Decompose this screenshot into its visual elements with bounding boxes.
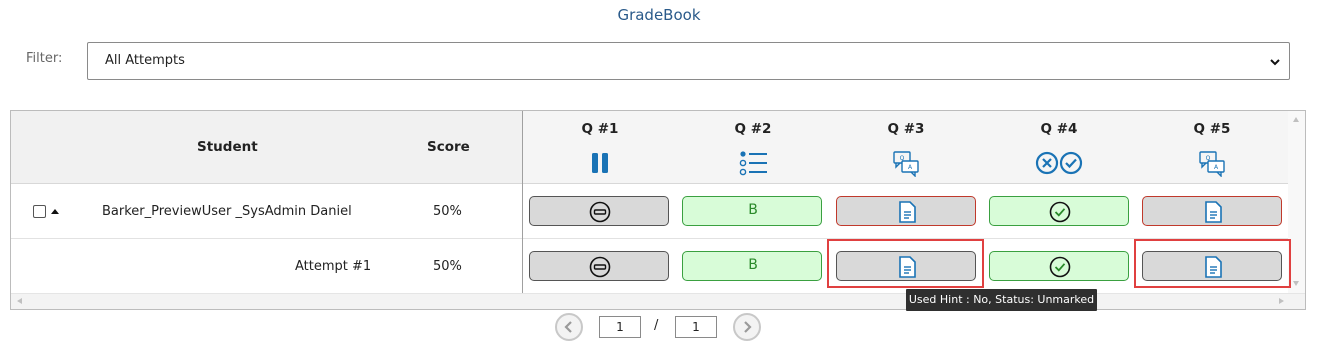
gradebook-grid: Student Score Q #1 Q #2 Q #3 Q A Q #4 Q … bbox=[10, 110, 1306, 310]
highlight-box bbox=[827, 239, 984, 288]
pause-icon bbox=[592, 153, 608, 173]
page-title: GradeBook bbox=[617, 6, 701, 24]
answer-letter: B bbox=[748, 257, 758, 273]
answer-cell-q1[interactable] bbox=[529, 196, 669, 226]
chevron-right-icon bbox=[744, 321, 752, 333]
filter-label: Filter: bbox=[26, 51, 63, 66]
answer-letter: B bbox=[748, 202, 758, 218]
attempt-score: 50% bbox=[433, 259, 462, 274]
chevron-down-icon bbox=[1270, 59, 1280, 66]
next-page-button[interactable] bbox=[733, 313, 761, 341]
check-circle-icon bbox=[1049, 256, 1071, 278]
scroll-down-icon[interactable] bbox=[1293, 281, 1299, 286]
hint-status-tooltip: Used Hint : No, Status: Unmarked bbox=[906, 289, 1097, 311]
answer-cell-q2[interactable]: B bbox=[682, 196, 822, 226]
table-row: Attempt #1 50% B bbox=[11, 239, 1288, 294]
scroll-left-icon[interactable] bbox=[17, 298, 22, 304]
student-score: 50% bbox=[433, 204, 462, 219]
highlight-box bbox=[1134, 239, 1291, 288]
question-header-4[interactable]: Q #4 bbox=[989, 111, 1129, 184]
score-column-header[interactable]: Score bbox=[427, 139, 470, 155]
table-row: Barker_PreviewUser _SysAdmin Daniel 50% … bbox=[11, 184, 1288, 239]
question-label: Q #4 bbox=[1040, 121, 1078, 137]
filter-select[interactable]: All Attempts bbox=[87, 42, 1290, 80]
answer-cell-q4[interactable] bbox=[989, 251, 1129, 281]
filter-selected-value: All Attempts bbox=[105, 53, 185, 68]
answer-cell-q3[interactable] bbox=[836, 196, 976, 226]
check-circle-icon bbox=[1049, 201, 1071, 223]
row-select-checkbox[interactable] bbox=[33, 205, 46, 218]
answer-cell-q5[interactable] bbox=[1142, 196, 1282, 226]
minus-circle-icon bbox=[589, 201, 611, 223]
answer-cell-q2[interactable]: B bbox=[682, 251, 822, 281]
horizontal-scrollbar[interactable] bbox=[11, 293, 1305, 309]
question-header-5[interactable]: Q #5 Q A bbox=[1142, 111, 1282, 184]
answer-cell-q4[interactable] bbox=[989, 196, 1129, 226]
chevron-left-icon bbox=[564, 321, 572, 333]
chat-bubbles-icon: Q A bbox=[1199, 151, 1225, 177]
prev-page-button[interactable] bbox=[555, 313, 583, 341]
total-pages: 1 bbox=[675, 316, 717, 338]
pager-separator: / bbox=[654, 318, 659, 333]
student-name: Barker_PreviewUser _SysAdmin Daniel bbox=[102, 204, 352, 219]
attempt-label: Attempt #1 bbox=[295, 259, 372, 274]
question-header-1[interactable]: Q #1 bbox=[530, 111, 670, 184]
question-header-2[interactable]: Q #2 bbox=[683, 111, 823, 184]
scroll-up-icon[interactable] bbox=[1293, 117, 1299, 122]
question-label: Q #5 bbox=[1193, 121, 1231, 137]
chat-bubbles-icon: Q A bbox=[893, 151, 919, 177]
grid-header-left: Student Score bbox=[11, 111, 523, 184]
question-label: Q #3 bbox=[887, 121, 925, 137]
minus-circle-icon bbox=[589, 256, 611, 278]
question-header-3[interactable]: Q #3 Q A bbox=[836, 111, 976, 184]
answer-cell-q1[interactable] bbox=[529, 251, 669, 281]
question-label: Q #2 bbox=[734, 121, 772, 137]
current-page-input[interactable]: 1 bbox=[599, 316, 641, 338]
question-label: Q #1 bbox=[581, 121, 619, 137]
list-icon bbox=[739, 151, 767, 176]
collapse-caret-icon[interactable] bbox=[51, 209, 59, 214]
student-column-header[interactable]: Student bbox=[197, 139, 258, 155]
scroll-right-icon[interactable] bbox=[1279, 298, 1284, 304]
document-icon bbox=[1205, 201, 1222, 223]
grid-header-questions: Q #1 Q #2 Q #3 Q A Q #4 Q #5 Q A bbox=[523, 111, 1288, 184]
document-icon bbox=[899, 201, 916, 223]
column-divider bbox=[522, 111, 523, 295]
cross-check-icon bbox=[1035, 151, 1083, 175]
